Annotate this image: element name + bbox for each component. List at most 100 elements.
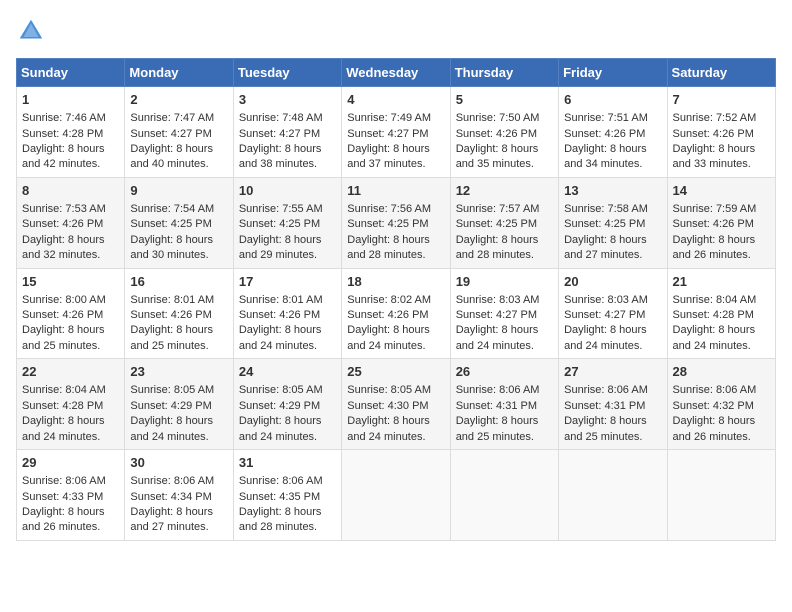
day-number: 14 bbox=[673, 182, 770, 200]
day-number: 30 bbox=[130, 454, 227, 472]
calendar-cell: 12Sunrise: 7:57 AMSunset: 4:25 PMDayligh… bbox=[450, 177, 558, 268]
daylight: Daylight: 8 hours and 26 minutes. bbox=[673, 234, 756, 261]
calendar-cell: 1Sunrise: 7:46 AMSunset: 4:28 PMDaylight… bbox=[17, 87, 125, 178]
header-day-wednesday: Wednesday bbox=[342, 59, 450, 87]
sunrise: Sunrise: 8:06 AM bbox=[130, 475, 214, 487]
sunset: Sunset: 4:27 PM bbox=[456, 309, 537, 321]
day-number: 19 bbox=[456, 273, 553, 291]
day-number: 31 bbox=[239, 454, 336, 472]
daylight: Daylight: 8 hours and 24 minutes. bbox=[22, 415, 105, 442]
calendar-cell: 16Sunrise: 8:01 AMSunset: 4:26 PMDayligh… bbox=[125, 268, 233, 359]
daylight: Daylight: 8 hours and 34 minutes. bbox=[564, 143, 647, 170]
calendar-cell: 15Sunrise: 8:00 AMSunset: 4:26 PMDayligh… bbox=[17, 268, 125, 359]
day-number: 22 bbox=[22, 363, 119, 381]
day-number: 3 bbox=[239, 91, 336, 109]
sunrise: Sunrise: 8:05 AM bbox=[347, 384, 431, 396]
sunrise: Sunrise: 8:02 AM bbox=[347, 294, 431, 306]
day-number: 25 bbox=[347, 363, 444, 381]
calendar-cell: 30 Sunrise: 8:06 AM Sunset: 4:34 PM Dayligh… bbox=[125, 450, 233, 541]
sunset: Sunset: 4:34 PM bbox=[130, 491, 211, 503]
calendar-cell: 21Sunrise: 8:04 AMSunset: 4:28 PMDayligh… bbox=[667, 268, 775, 359]
calendar-cell: 14Sunrise: 7:59 AMSunset: 4:26 PMDayligh… bbox=[667, 177, 775, 268]
calendar-cell: 3Sunrise: 7:48 AMSunset: 4:27 PMDaylight… bbox=[233, 87, 341, 178]
sunrise: Sunrise: 7:48 AM bbox=[239, 112, 323, 124]
daylight: Daylight: 8 hours and 30 minutes. bbox=[130, 234, 213, 261]
daylight: Daylight: 8 hours and 24 minutes. bbox=[130, 415, 213, 442]
sunset: Sunset: 4:29 PM bbox=[239, 400, 320, 412]
sunset: Sunset: 4:26 PM bbox=[130, 309, 211, 321]
sunset: Sunset: 4:26 PM bbox=[22, 218, 103, 230]
calendar-cell: 25 Sunrise: 8:05 AM Sunset: 4:30 PM Dayligh… bbox=[342, 359, 450, 450]
sunrise: Sunrise: 7:59 AM bbox=[673, 203, 757, 215]
calendar-cell: 26Sunrise: 8:06 AMSunset: 4:31 PMDayligh… bbox=[450, 359, 558, 450]
calendar-week-2: 8Sunrise: 7:53 AMSunset: 4:26 PMDaylight… bbox=[17, 177, 776, 268]
calendar-cell: 9Sunrise: 7:54 AMSunset: 4:25 PMDaylight… bbox=[125, 177, 233, 268]
daylight: Daylight: 8 hours and 24 minutes. bbox=[456, 324, 539, 351]
calendar-cell bbox=[559, 450, 667, 541]
sunset: Sunset: 4:25 PM bbox=[564, 218, 645, 230]
calendar-header-row: SundayMondayTuesdayWednesdayThursdayFrid… bbox=[17, 59, 776, 87]
daylight: Daylight: 8 hours and 25 minutes. bbox=[22, 324, 105, 351]
daylight: Daylight: 8 hours and 25 minutes. bbox=[564, 415, 647, 442]
sunset: Sunset: 4:27 PM bbox=[564, 309, 645, 321]
calendar-cell: 5Sunrise: 7:50 AMSunset: 4:26 PMDaylight… bbox=[450, 87, 558, 178]
sunrise: Sunrise: 8:05 AM bbox=[130, 384, 214, 396]
daylight: Daylight: 8 hours and 40 minutes. bbox=[130, 143, 213, 170]
header bbox=[16, 16, 776, 46]
calendar-cell: 17Sunrise: 8:01 AMSunset: 4:26 PMDayligh… bbox=[233, 268, 341, 359]
daylight: Daylight: 8 hours and 24 minutes. bbox=[239, 324, 322, 351]
calendar-cell: 18Sunrise: 8:02 AMSunset: 4:26 PMDayligh… bbox=[342, 268, 450, 359]
daylight: Daylight: 8 hours and 35 minutes. bbox=[456, 143, 539, 170]
sunset: Sunset: 4:26 PM bbox=[22, 309, 103, 321]
daylight: Daylight: 8 hours and 24 minutes. bbox=[564, 324, 647, 351]
sunrise: Sunrise: 8:06 AM bbox=[564, 384, 648, 396]
sunset: Sunset: 4:28 PM bbox=[673, 309, 754, 321]
sunset: Sunset: 4:26 PM bbox=[239, 309, 320, 321]
day-number: 17 bbox=[239, 273, 336, 291]
daylight: Daylight: 8 hours and 25 minutes. bbox=[456, 415, 539, 442]
sunset: Sunset: 4:31 PM bbox=[564, 400, 645, 412]
sunrise: Sunrise: 7:51 AM bbox=[564, 112, 648, 124]
daylight: Daylight: 8 hours and 37 minutes. bbox=[347, 143, 430, 170]
sunset: Sunset: 4:25 PM bbox=[239, 218, 320, 230]
sunrise: Sunrise: 7:47 AM bbox=[130, 112, 214, 124]
calendar-cell: 7Sunrise: 7:52 AMSunset: 4:26 PMDaylight… bbox=[667, 87, 775, 178]
sunrise: Sunrise: 8:01 AM bbox=[130, 294, 214, 306]
sunrise: Sunrise: 7:54 AM bbox=[130, 203, 214, 215]
day-number: 13 bbox=[564, 182, 661, 200]
header-day-sunday: Sunday bbox=[17, 59, 125, 87]
daylight: Daylight: 8 hours and 24 minutes. bbox=[347, 415, 430, 442]
day-number: 11 bbox=[347, 182, 444, 200]
sunset: Sunset: 4:25 PM bbox=[347, 218, 428, 230]
sunset: Sunset: 4:35 PM bbox=[239, 491, 320, 503]
calendar-cell: 2Sunrise: 7:47 AMSunset: 4:27 PMDaylight… bbox=[125, 87, 233, 178]
calendar-week-5: 29Sunrise: 8:06 AMSunset: 4:33 PMDayligh… bbox=[17, 450, 776, 541]
daylight: Daylight: 8 hours and 38 minutes. bbox=[239, 143, 322, 170]
calendar-cell: 8Sunrise: 7:53 AMSunset: 4:26 PMDaylight… bbox=[17, 177, 125, 268]
day-number: 16 bbox=[130, 273, 227, 291]
sunrise: Sunrise: 7:53 AM bbox=[22, 203, 106, 215]
calendar-cell: 29Sunrise: 8:06 AMSunset: 4:33 PMDayligh… bbox=[17, 450, 125, 541]
sunrise: Sunrise: 8:04 AM bbox=[673, 294, 757, 306]
daylight: Daylight: 8 hours and 28 minutes. bbox=[456, 234, 539, 261]
sunrise: Sunrise: 8:04 AM bbox=[22, 384, 106, 396]
daylight: Daylight: 8 hours and 26 minutes. bbox=[22, 506, 105, 533]
daylight: Daylight: 8 hours and 24 minutes. bbox=[673, 324, 756, 351]
calendar-week-4: 22Sunrise: 8:04 AMSunset: 4:28 PMDayligh… bbox=[17, 359, 776, 450]
daylight: Daylight: 8 hours and 33 minutes. bbox=[673, 143, 756, 170]
sunset: Sunset: 4:28 PM bbox=[22, 128, 103, 140]
calendar-cell: 28Sunrise: 8:06 AMSunset: 4:32 PMDayligh… bbox=[667, 359, 775, 450]
calendar-week-1: 1Sunrise: 7:46 AMSunset: 4:28 PMDaylight… bbox=[17, 87, 776, 178]
sunset: Sunset: 4:26 PM bbox=[347, 309, 428, 321]
calendar-cell bbox=[342, 450, 450, 541]
day-number: 7 bbox=[673, 91, 770, 109]
sunset: Sunset: 4:25 PM bbox=[130, 218, 211, 230]
day-number: 24 bbox=[239, 363, 336, 381]
daylight: Daylight: 8 hours and 27 minutes. bbox=[130, 506, 213, 533]
sunset: Sunset: 4:30 PM bbox=[347, 400, 428, 412]
sunrise: Sunrise: 8:05 AM bbox=[239, 384, 323, 396]
sunrise: Sunrise: 8:06 AM bbox=[239, 475, 323, 487]
daylight: Daylight: 8 hours and 24 minutes. bbox=[239, 415, 322, 442]
day-number: 6 bbox=[564, 91, 661, 109]
daylight: Daylight: 8 hours and 27 minutes. bbox=[564, 234, 647, 261]
